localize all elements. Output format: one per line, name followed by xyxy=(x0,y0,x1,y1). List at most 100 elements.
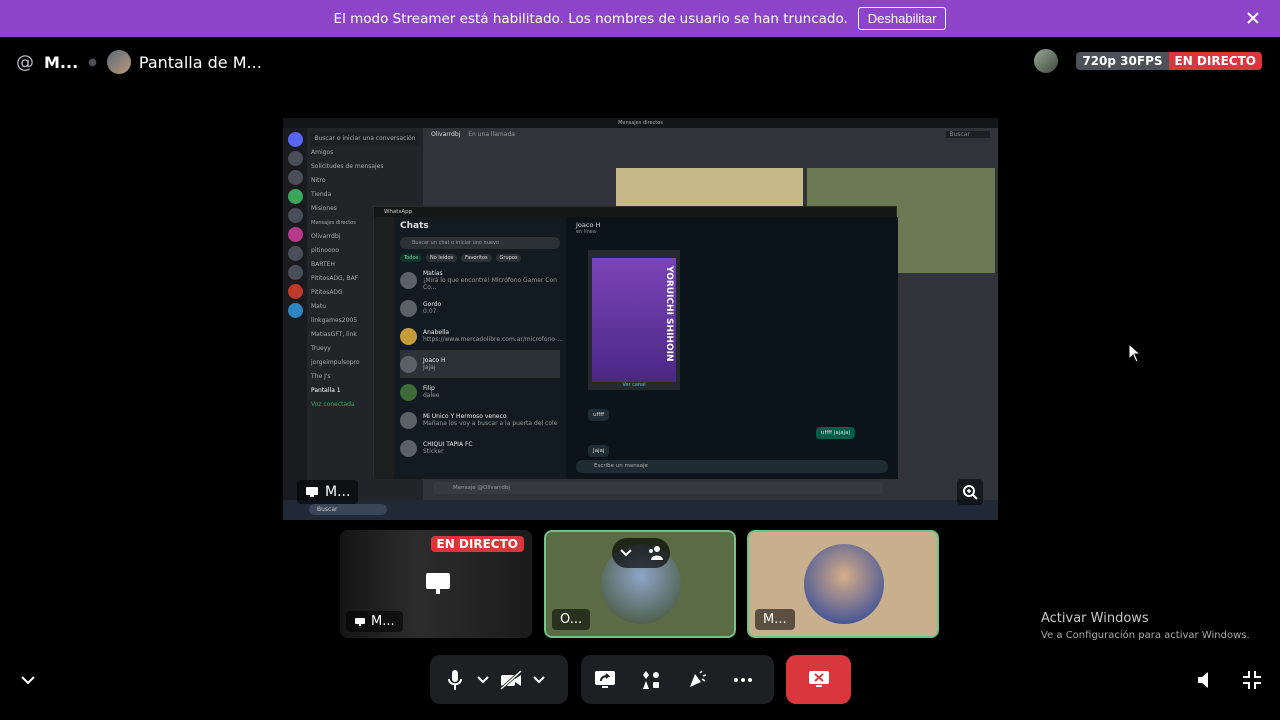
dm-item: Nitro xyxy=(311,177,326,184)
chat-item: Matias ¡Mirá lo que encontré! Micrófono G… xyxy=(400,266,560,294)
chat-item: Gordo 0:07 xyxy=(400,294,560,322)
stream-label: M... xyxy=(297,480,359,504)
exit-fullscreen-icon[interactable] xyxy=(1240,668,1264,692)
chat-name: Matias xyxy=(423,269,443,277)
quality-badge: 720p 30FPS xyxy=(1076,52,1169,70)
watermark-subtitle: Ve a Configuración para activar Windows. xyxy=(1041,630,1250,641)
poster-caption: Ver canal xyxy=(622,382,646,388)
watermark-title: Activar Windows xyxy=(1041,611,1149,626)
cursor-icon xyxy=(1128,342,1142,367)
avatar xyxy=(400,271,417,289)
filter-chip: Grupos xyxy=(495,254,522,262)
server-icon xyxy=(287,170,303,185)
chat-name: CHIQUI TAPIA FC xyxy=(423,441,473,448)
dm-search-box: Buscar xyxy=(945,131,990,138)
close-icon[interactable] xyxy=(1244,9,1262,27)
chat-preview: https://www.mercadolibre.com.ar/microfon… xyxy=(423,336,563,343)
taskbar-search: Buscar xyxy=(309,504,387,515)
chat-preview: 0:07 xyxy=(423,308,437,315)
mic-options-chevron-icon[interactable] xyxy=(472,663,494,697)
dm-message-input: Mensaje @Olivarrdbj xyxy=(433,482,883,494)
message-in: Jajaj xyxy=(588,445,610,457)
chat-item: Filip dalee xyxy=(400,378,560,406)
dm-header-user: Olivarrdbj xyxy=(431,131,461,138)
camera-off-icon[interactable] xyxy=(494,663,528,697)
chat-name: Joaco H xyxy=(423,357,446,364)
chat-name: Mi Unico Y Hermoso veneco xyxy=(423,413,507,420)
monitor-icon xyxy=(424,570,452,598)
channel-name[interactable]: M... xyxy=(44,53,78,72)
participant-tile[interactable]: O... xyxy=(544,530,736,638)
whatsapp-title: WhatsApp xyxy=(384,209,413,215)
server-icon xyxy=(287,189,303,204)
chat-item: Anabella https://www.mercadolibre.com.ar/… xyxy=(400,322,563,350)
chat-preview: Mañana los voy a buscar a la puerta del … xyxy=(423,420,558,427)
stream-label-name: M... xyxy=(325,484,351,500)
whatsapp-input: Escribe un mensaje xyxy=(576,460,888,473)
chat-preview: ¡Mirá lo que encontré! Micrófono Gamer C… xyxy=(423,276,557,291)
whatsapp-sidebar xyxy=(374,217,394,479)
activities-icon[interactable] xyxy=(634,663,668,697)
zoom-icon[interactable] xyxy=(957,479,983,505)
viewer-avatar[interactable] xyxy=(1034,49,1059,73)
participant-tile[interactable]: M... xyxy=(747,530,939,638)
message-in: uffff xyxy=(588,409,610,421)
server-icon xyxy=(287,151,303,166)
windows-activation-watermark: Activar Windows Ve a Configuración para … xyxy=(1041,611,1250,641)
microphone-icon[interactable] xyxy=(438,663,472,697)
screen-share-icon[interactable] xyxy=(588,663,622,697)
conversation-header: Joaco H en línea xyxy=(566,217,898,237)
shared-screen[interactable]: Mensajes directos Buscar o iniciar una c… xyxy=(283,118,998,520)
conversation-status: en línea xyxy=(576,229,596,235)
separator-dot: ● xyxy=(88,56,97,68)
chat-name: Filip xyxy=(423,385,435,392)
call-header: @ M... ● Pantalla de M... 720p 30FPS EN … xyxy=(0,44,1280,80)
filter-chip: Todos xyxy=(400,254,423,262)
collapse-chevron-icon[interactable] xyxy=(16,668,40,692)
whatsapp-heading: Chats xyxy=(400,221,429,231)
chat-item: CHIQUI TAPIA FC Sticker xyxy=(400,434,560,462)
disable-streamer-button[interactable]: Deshabilitar xyxy=(857,7,947,30)
chevron-down-icon[interactable] xyxy=(619,548,633,558)
poster-message: YORUICHI SHIHOIN Ver canal xyxy=(588,250,680,390)
live-badge: EN DIRECTO xyxy=(430,536,524,552)
chat-item: Mi Unico Y Hermoso veneco Mañana los voy … xyxy=(400,406,560,434)
dm-header-status: En una llamada xyxy=(468,131,515,138)
whatsapp-filters: Todos No leídos Favoritos Grupos xyxy=(400,254,560,262)
filter-chip: No leídos xyxy=(426,254,458,262)
avatar xyxy=(400,299,417,317)
tile-controls xyxy=(612,538,670,568)
leave-call-button[interactable] xyxy=(786,655,851,704)
participant-name-text: M... xyxy=(763,612,787,627)
chat-item: Joaco H Jajaj xyxy=(400,350,560,378)
dm-item: Tienda xyxy=(311,191,332,198)
participant-tile-stream[interactable]: EN DIRECTO M... xyxy=(340,530,532,638)
call-actions xyxy=(581,655,774,704)
chat-name: Anabella xyxy=(423,329,450,336)
avatar xyxy=(400,439,417,457)
participant-name: M... xyxy=(755,609,795,630)
stream-title: Pantalla de M... xyxy=(138,52,262,72)
monitor-icon xyxy=(306,487,318,497)
avatar xyxy=(400,411,417,429)
server-icon xyxy=(287,208,303,223)
banner-message: El modo Streamer está habilitado. Los no… xyxy=(333,10,848,27)
avatar xyxy=(400,355,417,373)
avatar xyxy=(106,50,131,74)
more-options-icon[interactable] xyxy=(726,663,760,697)
live-badge: EN DIRECTO xyxy=(1168,52,1262,70)
participant-name-text: M... xyxy=(371,614,395,629)
whatsapp-search: Buscar un chat o iniciar uno nuevo xyxy=(400,237,560,249)
leave-call-icon xyxy=(808,670,829,687)
poster-image: YORUICHI SHIHOIN xyxy=(592,258,676,382)
message-out: uffff jajajaj xyxy=(816,427,856,439)
at-icon: @ xyxy=(16,51,34,73)
volume-icon[interactable] xyxy=(1194,668,1218,692)
soundboard-icon[interactable] xyxy=(680,663,714,697)
camera-options-chevron-icon[interactable] xyxy=(528,663,550,697)
server-icon xyxy=(287,265,303,280)
people-icon[interactable] xyxy=(646,545,664,561)
avatar xyxy=(400,327,417,345)
server-icon xyxy=(287,303,303,318)
whatsapp-window: WhatsApp Chats Buscar un chat o iniciar … xyxy=(373,206,898,479)
